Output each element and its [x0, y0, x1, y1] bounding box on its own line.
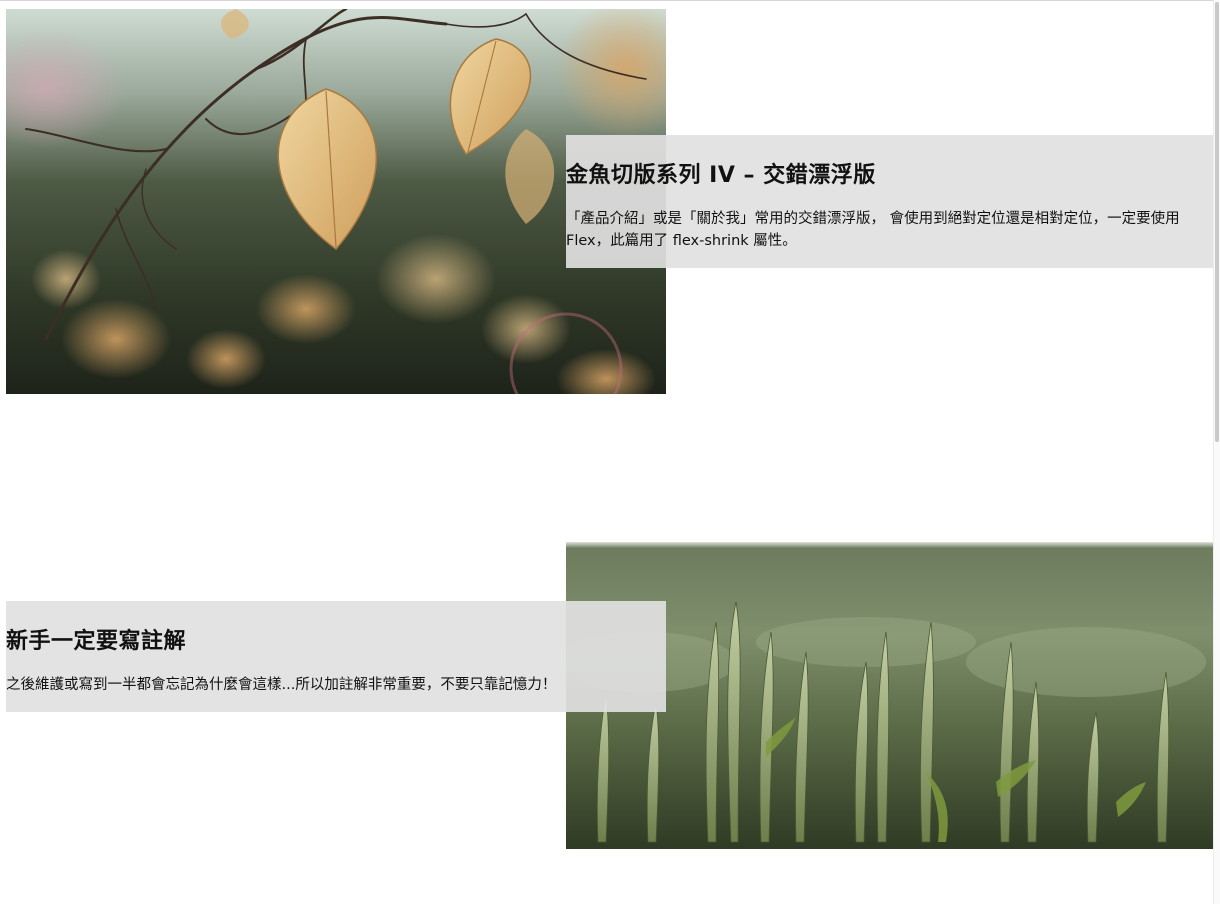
- card-2-description: 之後維護或寫到一半都會忘記為什麼會這樣...所以加註解非常重要，不要只靠記憶力！: [6, 677, 557, 693]
- scrollbar-thumb[interactable]: [1215, 2, 1219, 442]
- card-2-caption: 新手一定要寫註解 之後維護或寫到一半都會忘記為什麼會這樣...所以加註解非常重要…: [6, 601, 666, 712]
- page: 金魚切版系列 IV – 交錯漂浮版 「產品介紹」或是「關於我」常用的交錯漂浮版，…: [0, 0, 1220, 904]
- card-1-caption: 金魚切版系列 IV – 交錯漂浮版 「產品介紹」或是「關於我」常用的交錯漂浮版，…: [566, 135, 1214, 268]
- scrollbar[interactable]: [1213, 0, 1220, 904]
- card-2-title: 新手一定要寫註解: [6, 629, 187, 654]
- top-divider: [0, 0, 1220, 1]
- card-1-description: 「產品介紹」或是「關於我」常用的交錯漂浮版， 會使用到絕對定位還是相對定位，一定…: [566, 211, 1180, 249]
- card-1-title: 金魚切版系列 IV – 交錯漂浮版: [566, 163, 876, 188]
